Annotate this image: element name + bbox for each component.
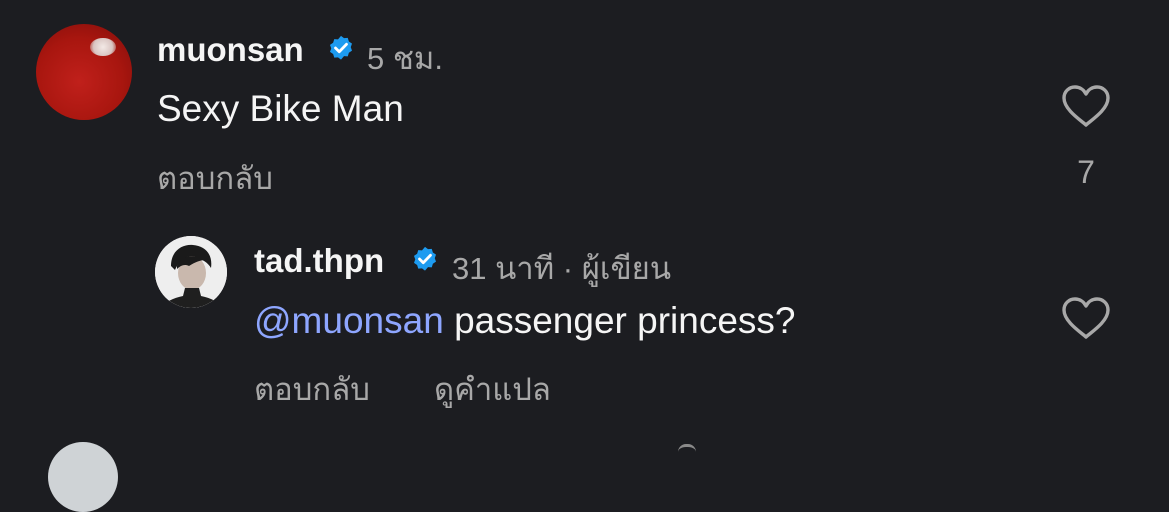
author-label: ผู้เขียน: [581, 251, 672, 286]
avatar-muonsan[interactable]: [36, 24, 132, 120]
comment-text: Sexy Bike Man: [157, 88, 404, 129]
avatar-tad-thpn[interactable]: [155, 236, 227, 308]
reply-timestamp: 31 นาที: [452, 251, 555, 286]
avatar-portrait: [155, 236, 227, 308]
reply-meta: 31 นาที · ผู้เขียน: [452, 243, 671, 293]
reply-username[interactable]: tad.thpn: [254, 242, 384, 280]
comment-username[interactable]: muonsan: [157, 31, 304, 69]
verified-badge-icon: [330, 35, 352, 60]
verified-badge-icon: [414, 246, 436, 271]
reply-text: @muonsan passenger princess?: [254, 300, 795, 342]
avatar-highlight: [90, 38, 116, 56]
reply-button[interactable]: ตอบกลับ: [254, 364, 370, 414]
reply-message: passenger princess?: [454, 300, 796, 341]
translate-button[interactable]: ดูคำแปล: [434, 364, 551, 414]
reply-button[interactable]: ตอบกลับ: [157, 153, 273, 203]
like-count: 7: [1077, 154, 1095, 190]
meta-separator: ·: [562, 251, 574, 286]
partial-text-fragment: [678, 444, 696, 453]
heart-outline-icon[interactable]: [1060, 295, 1112, 341]
avatar-next-comment[interactable]: [48, 442, 118, 512]
mention-link[interactable]: @muonsan: [254, 300, 444, 341]
heart-outline-icon[interactable]: [1060, 83, 1112, 129]
comment-timestamp: 5 ชม.: [367, 41, 443, 76]
